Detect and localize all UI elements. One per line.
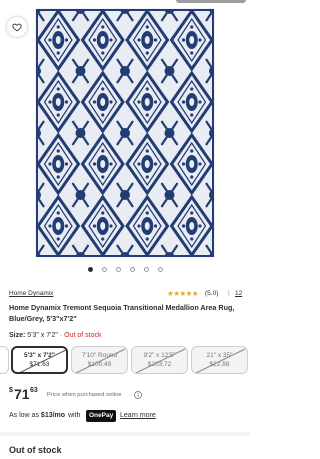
rating-stars: ★★★★★ — [167, 289, 199, 298]
stock-heading: Out of stock — [9, 445, 62, 455]
carousel-dot[interactable] — [144, 267, 149, 272]
price-note: Price when purchased online — [47, 392, 122, 398]
onepay-amount: $13/mo — [40, 412, 66, 419]
favorite-button[interactable] — [7, 17, 27, 37]
size-value: 5'3" x 7'2" — [27, 332, 58, 339]
size-option[interactable]: 7'10" Round $100.49 — [71, 346, 128, 374]
onepay-with: with — [68, 412, 81, 419]
unavailable-strike — [195, 348, 246, 373]
top-image-strip — [176, 0, 246, 3]
section-divider — [0, 432, 250, 436]
product-title: Home Dynamix Tremont Sequoia Transitiona… — [9, 303, 235, 323]
size-summary: Size: 5'3" x 7'2" · Out of stock — [9, 332, 102, 339]
onepay-prefix: As low as — [9, 412, 39, 419]
stock-status: Out of stock — [64, 332, 102, 339]
carousel-dot[interactable] — [116, 267, 121, 272]
carousel-dots — [0, 265, 250, 275]
size-option[interactable]: 9'2" x 12'5" $203.72 — [131, 346, 188, 374]
product-image[interactable] — [36, 9, 214, 257]
size-label: Size: — [9, 332, 26, 339]
info-icon[interactable] — [134, 391, 142, 399]
rating-separator: | — [228, 290, 230, 297]
size-option-partial[interactable] — [0, 346, 9, 374]
onepay-text: As low as $13/mo — [9, 412, 65, 419]
carousel-dot[interactable] — [88, 267, 93, 272]
carousel-dot[interactable] — [158, 267, 163, 272]
unavailable-strike — [75, 348, 126, 373]
learn-more-link[interactable]: Learn more — [120, 412, 156, 419]
price-whole: 71 — [14, 386, 30, 402]
onepay-logo: OnePay — [86, 410, 117, 422]
size-options: 5'3" x 7'2" $71.63 7'10" Round $100.49 9… — [0, 346, 250, 376]
brand-link[interactable]: Home Dynamix — [9, 290, 53, 297]
brand-rating-row: Home Dynamix ★★★★★ (5.0) | 12 — [9, 289, 243, 300]
price-cents: 63 — [30, 387, 38, 394]
size-option[interactable]: 21" x 35" $22.88 — [191, 346, 248, 374]
price-currency: $ — [9, 387, 13, 394]
review-count-link[interactable]: 12 — [235, 290, 242, 297]
unavailable-strike — [19, 349, 66, 372]
size-option[interactable]: 5'3" x 7'2" $71.63 — [11, 346, 68, 374]
carousel-dot[interactable] — [130, 267, 135, 272]
unavailable-strike — [135, 348, 186, 373]
carousel-dot[interactable] — [102, 267, 107, 272]
heart-icon — [12, 23, 22, 32]
rating-value: (5.0) — [205, 290, 219, 297]
